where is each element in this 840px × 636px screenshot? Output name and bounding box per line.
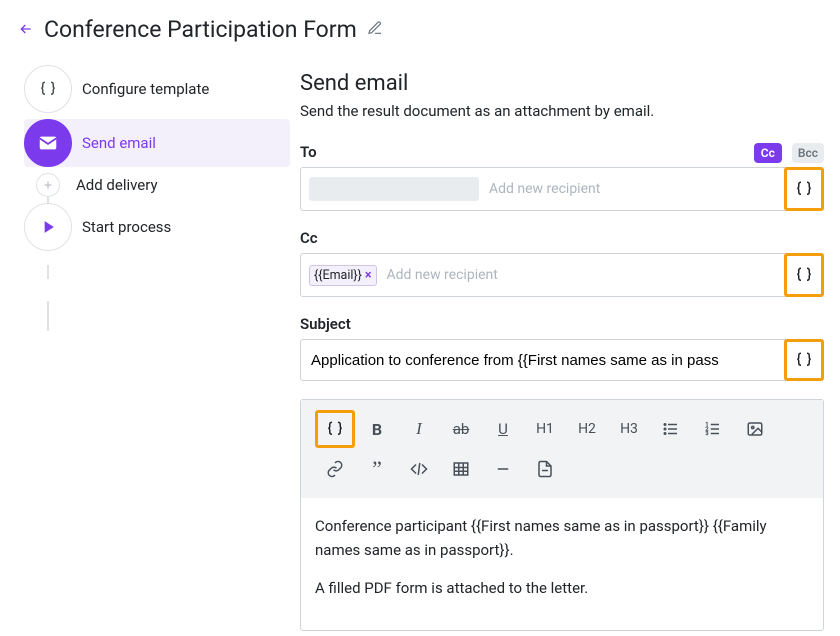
h3-button[interactable]: H3 (609, 410, 649, 448)
underline-button[interactable]: U (483, 410, 523, 448)
step-send-email[interactable]: Send email (24, 119, 290, 167)
step-label: Configure template (82, 80, 209, 98)
h1-button[interactable]: H1 (525, 410, 565, 448)
step-label: Start process (82, 218, 171, 236)
back-arrow-icon[interactable] (18, 21, 36, 39)
step-add-delivery[interactable]: Add delivery (24, 173, 290, 197)
body-line: Conference participant {{First names sam… (315, 514, 809, 562)
step-label: Add delivery (76, 176, 158, 194)
rich-text-editor: B I ab U H1 H2 H3 123 ” (300, 399, 824, 631)
editor-toolbar: B I ab U H1 H2 H3 123 ” (301, 400, 823, 498)
code-button[interactable] (399, 450, 439, 488)
connector-line (47, 265, 49, 279)
insert-token-button[interactable] (784, 167, 824, 211)
cc-input[interactable]: {{Email}} × Add new recipient (300, 253, 824, 297)
bold-button[interactable]: B (357, 410, 397, 448)
subject-input[interactable] (300, 339, 824, 381)
connector-line (47, 301, 49, 331)
to-placeholder: Add new recipient (489, 181, 600, 197)
cc-token-chip[interactable]: {{Email}} × (309, 265, 377, 286)
table-button[interactable] (441, 450, 481, 488)
h2-button[interactable]: H2 (567, 410, 607, 448)
insert-token-button[interactable] (784, 253, 824, 297)
step-label: Send email (82, 134, 156, 152)
play-icon (38, 217, 58, 237)
edit-icon[interactable] (367, 20, 383, 40)
to-input[interactable]: Add new recipient (300, 167, 824, 211)
insert-token-button[interactable] (315, 410, 355, 448)
insert-token-button[interactable] (784, 339, 824, 381)
subject-label: Subject (300, 315, 824, 333)
strikethrough-button[interactable]: ab (441, 410, 481, 448)
body-line: A filled PDF form is attached to the let… (315, 576, 809, 600)
image-button[interactable] (735, 410, 775, 448)
numbered-list-button[interactable]: 123 (693, 410, 733, 448)
step-configure-template[interactable]: Configure template (24, 65, 290, 113)
to-label: To (300, 143, 317, 161)
redacted-recipient-chip[interactable] (309, 177, 479, 201)
braces-icon (39, 80, 57, 98)
section-description: Send the result document as an attachmen… (300, 102, 824, 120)
step-start-process[interactable]: Start process (24, 203, 290, 251)
sidebar: Configure template Send email Add delive… (0, 65, 290, 631)
remove-token-icon[interactable]: × (365, 268, 372, 283)
bullet-list-button[interactable] (651, 410, 691, 448)
page-break-button[interactable] (525, 450, 565, 488)
quote-button[interactable]: ” (357, 450, 397, 488)
link-button[interactable] (315, 450, 355, 488)
bcc-toggle-badge[interactable]: Bcc (792, 143, 824, 163)
italic-button[interactable]: I (399, 410, 439, 448)
section-title: Send email (300, 71, 824, 96)
mail-icon (37, 132, 59, 154)
page-title: Conference Participation Form (44, 16, 357, 43)
cc-toggle-badge[interactable]: Cc (754, 143, 782, 163)
cc-label: Cc (300, 229, 824, 247)
cc-placeholder: Add new recipient (387, 267, 498, 283)
token-text: {{Email}} (314, 268, 362, 283)
horizontal-rule-button[interactable] (483, 450, 523, 488)
plus-icon (42, 179, 54, 191)
svg-text:3: 3 (706, 431, 709, 437)
editor-body[interactable]: Conference participant {{First names sam… (301, 498, 823, 630)
